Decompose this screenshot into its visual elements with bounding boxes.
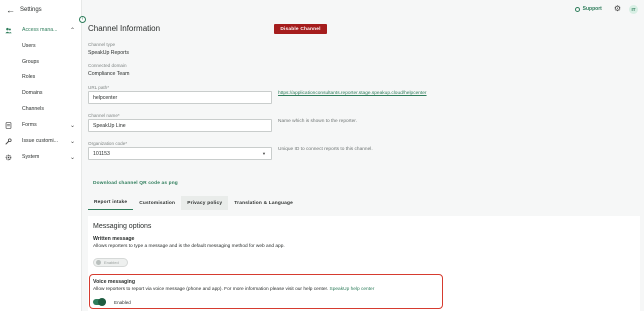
- sidebar-item-channels[interactable]: Channels: [22, 106, 44, 112]
- sidebar-section-label: System: [22, 154, 40, 160]
- tab-privacy-policy[interactable]: Privacy policy: [181, 196, 229, 210]
- voice-messaging-desc-text: Allow reporters to report via voice mess…: [93, 287, 329, 292]
- chevron-down-icon: ⌄: [70, 122, 76, 129]
- channel-type-label: Channel type: [88, 42, 116, 47]
- sidebar-section-access-management[interactable]: Access mana... ⌃: [0, 24, 82, 36]
- toggle-knob: [96, 260, 101, 265]
- channel-name-label: Channel name*: [88, 113, 120, 118]
- chevron-up-icon: ⌃: [70, 27, 76, 34]
- chevron-down-icon: ⌄: [70, 138, 76, 145]
- written-message-title: Written message: [93, 236, 135, 242]
- sidebar: ← Settings Access mana... ⌃ Users Groups…: [0, 0, 82, 311]
- url-path-value: helpcenter: [93, 94, 118, 101]
- voice-messaging-title: Voice messaging: [93, 279, 135, 285]
- org-code-value: 101153: [93, 150, 110, 157]
- voice-messaging-toggle[interactable]: [93, 298, 106, 306]
- gear-icon: [5, 154, 12, 160]
- channel-url-link[interactable]: https://applicationconsultants.reporter.…: [278, 91, 427, 96]
- sidebar-section-label: Access mana...: [22, 27, 58, 33]
- connected-domain-value: Compliance Team: [88, 71, 130, 77]
- sidebar-item-roles[interactable]: Roles: [22, 74, 35, 80]
- sidebar-item-domains[interactable]: Domains: [22, 90, 42, 96]
- main-content: Channel Information Disable Channel Chan…: [82, 0, 644, 311]
- tabs: Report intake Customisation Privacy poli…: [88, 196, 299, 210]
- channel-name-hint: Name which is shown to the reporter.: [278, 119, 357, 124]
- users-icon: [5, 27, 12, 33]
- page-title: Channel Information: [88, 24, 161, 33]
- collapse-sidebar-button[interactable]: ‹: [79, 16, 86, 23]
- channel-name-value: SpeakUp Line: [93, 122, 126, 129]
- chevron-down-icon: ⌄: [70, 154, 76, 161]
- download-qr-link[interactable]: Download channel QR code as png: [93, 181, 178, 186]
- disable-channel-button[interactable]: Disable Channel: [274, 24, 327, 34]
- wrench-icon: [5, 137, 12, 145]
- tab-report-intake[interactable]: Report intake: [88, 196, 134, 210]
- channel-name-input[interactable]: SpeakUp Line: [88, 119, 272, 132]
- arrow-left-icon: ←: [6, 4, 15, 15]
- messaging-options-title: Messaging options: [93, 223, 152, 230]
- forms-icon: [5, 121, 12, 129]
- caret-down-icon: ▼: [262, 151, 266, 156]
- written-message-toggle: Enabled: [93, 258, 128, 267]
- messaging-options-panel: Messaging options Written message Allows…: [88, 216, 640, 311]
- connected-domain-label: Connected domain: [88, 63, 127, 68]
- written-message-state: Enabled: [104, 260, 119, 265]
- url-path-label: URL path*: [88, 85, 110, 90]
- sidebar-section-label: Forms: [22, 122, 37, 128]
- sidebar-section-label: Issue customi...: [22, 138, 59, 144]
- org-code-select[interactable]: 101153 ▼: [88, 147, 272, 160]
- help-center-link[interactable]: SpeakUp help center: [330, 287, 375, 292]
- sidebar-section-forms[interactable]: Forms ⌄: [0, 119, 82, 131]
- org-code-label: Organization code*: [88, 141, 128, 146]
- voice-messaging-desc: Allow reporters to report via voice mess…: [93, 287, 374, 292]
- sidebar-title: Settings: [20, 7, 42, 13]
- sidebar-item-groups[interactable]: Groups: [22, 59, 39, 65]
- voice-messaging-state: Enabled: [114, 300, 131, 305]
- sidebar-section-issue-customisation[interactable]: Issue customi... ⌄: [0, 135, 82, 147]
- org-code-hint: Unique ID to connect reports to this cha…: [278, 147, 373, 152]
- url-path-input[interactable]: helpcenter: [88, 91, 272, 104]
- sidebar-item-users[interactable]: Users: [22, 43, 36, 49]
- tab-customisation[interactable]: Customisation: [133, 196, 181, 210]
- toggle-knob: [98, 298, 106, 306]
- sidebar-section-system[interactable]: System ⌄: [0, 151, 82, 163]
- settings-back-link[interactable]: ← Settings: [6, 5, 42, 15]
- tab-translation-language[interactable]: Translation & Language: [228, 196, 299, 210]
- channel-type-value: SpeakUp Reports: [88, 50, 129, 56]
- written-message-desc: Allows reporters to type a message and i…: [93, 244, 285, 249]
